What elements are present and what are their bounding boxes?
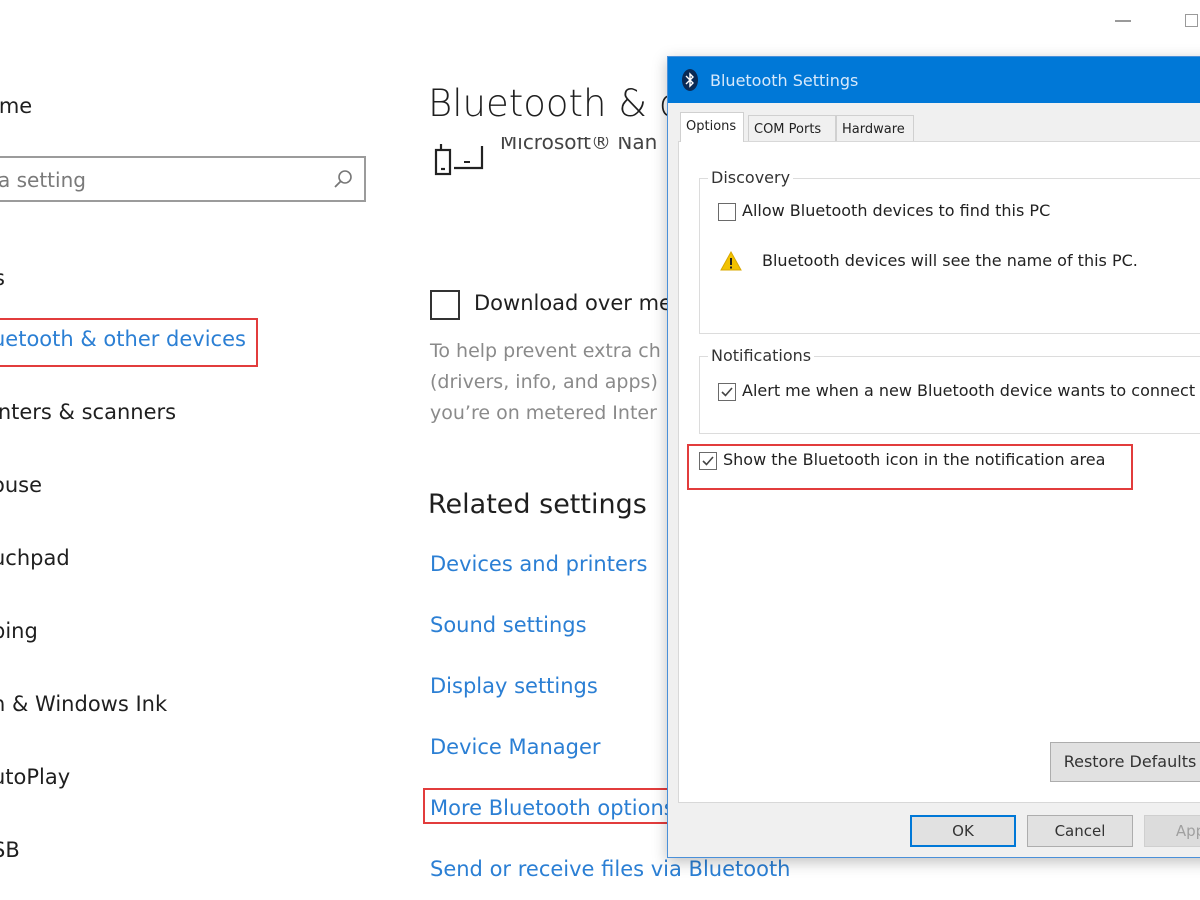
tab-options[interactable]: Options [680, 112, 744, 142]
sidebar-home[interactable]: ome [0, 94, 32, 118]
link-sound-settings[interactable]: Sound settings [430, 613, 587, 637]
link-device-manager[interactable]: Device Manager [430, 735, 601, 759]
highlight-box-bluetooth [0, 318, 258, 367]
restore-defaults-button[interactable]: Restore Defaults [1050, 742, 1200, 782]
discovery-group: Discovery Allow Bluetooth devices to fin… [699, 168, 1200, 334]
sidebar-item-autoplay[interactable]: utoPlay [0, 765, 70, 789]
bluetooth-icon [682, 69, 698, 91]
related-settings-heading: Related settings [428, 489, 647, 520]
description-line: (drivers, info, and apps) [430, 371, 658, 393]
cancel-button[interactable]: Cancel [1027, 815, 1133, 847]
device-icon [434, 144, 484, 176]
link-display-settings[interactable]: Display settings [430, 674, 598, 698]
link-devices-and-printers[interactable]: Devices and printers [430, 552, 647, 576]
search-placeholder: a setting [0, 168, 86, 192]
dialog-titlebar[interactable]: Bluetooth Settings [668, 57, 1200, 103]
sidebar-item-mouse[interactable]: ouse [0, 473, 42, 497]
ok-button[interactable]: OK [910, 815, 1016, 847]
search-input[interactable]: a setting [0, 156, 366, 202]
notifications-group: Notifications Alert me when a new Blueto… [699, 346, 1200, 434]
download-metered-description: To help prevent extra ch (drivers, info,… [430, 336, 661, 429]
sidebar-item-usb[interactable]: SB [0, 838, 20, 862]
sidebar-section-heading: s [0, 266, 5, 290]
tab-hardware[interactable]: Hardware [836, 115, 914, 141]
minimize-button[interactable] [1115, 20, 1131, 22]
search-icon[interactable] [332, 168, 354, 190]
allow-find-checkbox[interactable] [718, 203, 736, 221]
alert-connect-label: Alert me when a new Bluetooth device wan… [742, 381, 1196, 400]
notifications-group-label: Notifications [708, 346, 815, 365]
discovery-group-label: Discovery [708, 168, 794, 187]
alert-connect-checkbox[interactable] [718, 383, 736, 401]
discovery-warning-text: Bluetooth devices will see the name of t… [762, 251, 1138, 270]
dialog-title: Bluetooth Settings [710, 71, 859, 90]
page-title: Bluetooth & o [428, 82, 682, 125]
highlight-box-more-bluetooth [423, 788, 671, 824]
allow-find-label: Allow Bluetooth devices to find this PC [742, 201, 1051, 220]
highlight-box-show-icon [687, 444, 1133, 490]
maximize-button[interactable] [1185, 14, 1198, 27]
apply-button[interactable]: Apply [1144, 815, 1200, 847]
description-line: To help prevent extra ch [430, 340, 661, 362]
warning-icon [720, 251, 742, 271]
download-metered-label: Download over me [474, 291, 672, 315]
sidebar-item-typing[interactable]: ping [0, 619, 38, 643]
device-name: Microsoft® Nan [500, 130, 658, 154]
download-metered-checkbox[interactable] [430, 290, 460, 320]
checkmark-icon [721, 387, 733, 397]
tab-com-ports[interactable]: COM Ports [748, 115, 836, 141]
description-line: you’re on metered Inter [430, 402, 657, 424]
sidebar-item-printers[interactable]: inters & scanners [0, 400, 176, 424]
sidebar-item-touchpad[interactable]: uchpad [0, 546, 70, 570]
sidebar-item-pen[interactable]: n & Windows Ink [0, 692, 167, 716]
link-send-receive-files[interactable]: Send or receive files via Bluetooth [430, 857, 791, 881]
